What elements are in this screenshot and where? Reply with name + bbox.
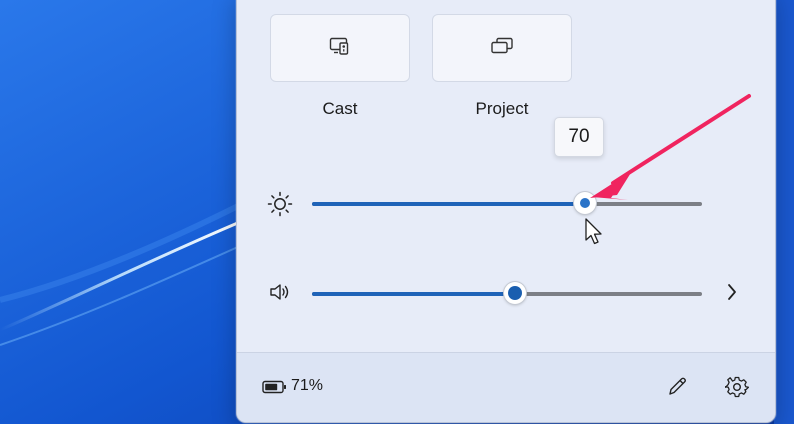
brightness-value-tooltip: 70: [554, 117, 604, 157]
brightness-slider-thumb[interactable]: [574, 192, 596, 214]
cast-icon: [329, 36, 351, 61]
pencil-icon[interactable]: [663, 373, 691, 401]
brightness-slider[interactable]: [312, 192, 702, 216]
project-icon: [490, 37, 514, 60]
cast-tile-button[interactable]: [270, 14, 410, 82]
battery-icon[interactable]: [261, 377, 287, 397]
screen: Cast Project 70 71%: [0, 0, 794, 424]
volume-slider-thumb[interactable]: [504, 282, 526, 304]
brightness-slider-fill: [312, 202, 585, 206]
battery-percentage[interactable]: 71%: [291, 377, 323, 395]
chevron-right-icon[interactable]: [721, 280, 743, 304]
mouse-pointer-icon: [583, 217, 605, 247]
project-tile-label: Project: [475, 99, 529, 118]
volume-slider[interactable]: [312, 282, 702, 306]
volume-slider-fill: [312, 292, 515, 296]
speaker-icon[interactable]: [265, 279, 295, 305]
quick-settings-body: Cast Project 70: [237, 0, 775, 352]
project-tile-button[interactable]: [432, 14, 572, 82]
quick-settings-panel: Cast Project 70 71%: [236, 0, 776, 423]
cast-tile-label: Cast: [322, 99, 358, 118]
sun-icon: [265, 189, 295, 219]
gear-icon[interactable]: [723, 373, 751, 401]
